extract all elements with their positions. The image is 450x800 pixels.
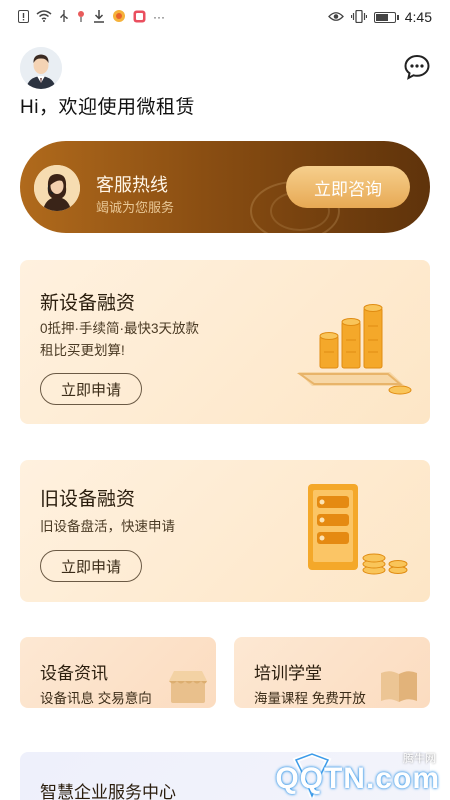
card-title: 旧设备融资 <box>40 489 136 510</box>
training-academy-card[interactable]: 培训学堂 海量课程 免费开放 <box>234 637 430 708</box>
user-avatar[interactable] <box>20 47 62 89</box>
watermark-big-text: QQTN.com <box>275 762 440 795</box>
app-icon <box>112 9 126 25</box>
consult-now-button[interactable]: 立即咨询 <box>286 166 410 208</box>
location-icon <box>76 10 86 25</box>
eye-icon <box>327 11 344 24</box>
status-time: 4:45 <box>404 9 432 25</box>
hotline-title: 客服热线 <box>96 175 168 195</box>
status-bar: ··· 4:45 <box>0 0 450 34</box>
status-left: ··· <box>18 9 165 25</box>
phone-coins-icon <box>298 480 408 585</box>
card-desc-line2: 租比买更划算! <box>40 343 125 358</box>
new-equipment-financing-card[interactable]: 新设备融资 0抵押·手续简·最快3天放款 租比买更划算! 立即申请 <box>20 260 430 424</box>
download-icon <box>93 9 105 25</box>
card-desc-line1: 旧设备盘活，快速申请 <box>40 519 175 534</box>
status-right: 4:45 <box>327 9 432 25</box>
hotline-banner[interactable]: 客服热线 竭诚为您服务 立即咨询 <box>20 141 430 233</box>
alert-icon <box>18 9 29 25</box>
site-watermark: 腾牛网 QQTN.com <box>250 748 446 800</box>
greeting-text: Hi，欢迎使用微租赁 <box>20 97 195 118</box>
app2-icon <box>133 10 146 25</box>
wifi-icon <box>36 10 52 24</box>
card-desc: 设备讯息 交易意向 <box>40 691 152 706</box>
card-title: 设备资讯 <box>40 664 108 683</box>
usb-icon <box>59 9 69 25</box>
vibrate-icon <box>350 9 367 25</box>
battery-icon <box>373 11 399 23</box>
more-icon: ··· <box>153 10 165 24</box>
card-title: 培训学堂 <box>254 664 322 683</box>
hotline-subtitle: 竭诚为您服务 <box>96 200 175 215</box>
card-title: 智慧企业服务中心 <box>40 783 176 800</box>
coins-chart-icon <box>290 290 420 405</box>
equipment-news-card[interactable]: 设备资讯 设备讯息 交易意向 <box>20 637 216 708</box>
store-icon <box>168 669 208 708</box>
card-title: 新设备融资 <box>40 293 136 314</box>
book-icon <box>378 667 420 708</box>
used-equipment-financing-card[interactable]: 旧设备融资 旧设备盘活，快速申请 立即申请 <box>20 460 430 602</box>
apply-now-button[interactable]: 立即申请 <box>40 550 142 582</box>
customer-service-avatar <box>34 165 80 211</box>
card-desc-line1: 0抵押·手续简·最快3天放款 <box>40 321 200 336</box>
card-desc: 海量课程 免费开放 <box>254 691 366 706</box>
message-icon[interactable] <box>404 54 430 80</box>
apply-now-button[interactable]: 立即申请 <box>40 373 142 405</box>
